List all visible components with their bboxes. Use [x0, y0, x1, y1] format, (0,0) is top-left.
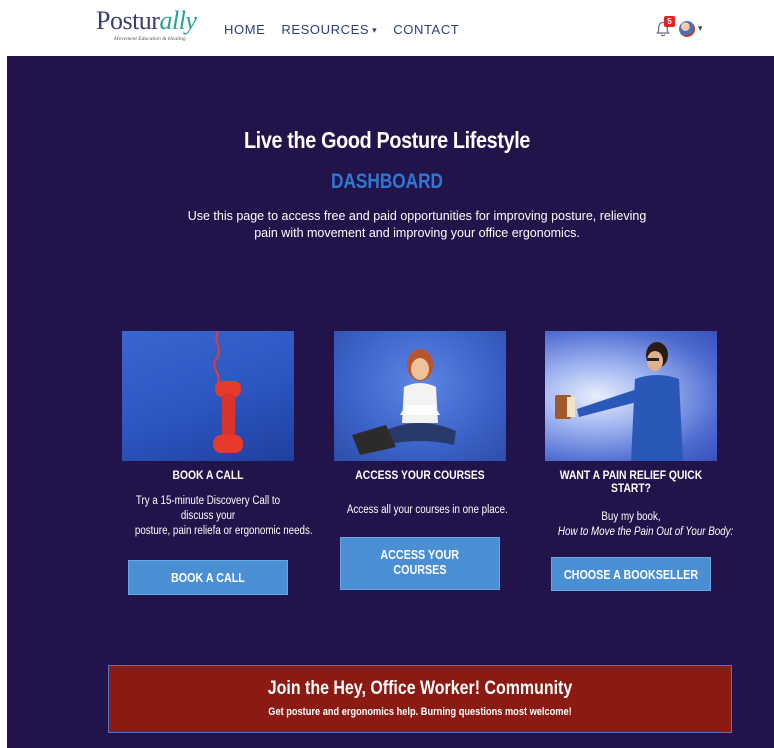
nav-home[interactable]: HOME [224, 22, 265, 37]
card-title: WANT A PAIN RELIEF QUICK START? [559, 468, 703, 495]
intro-text: Use this page to access free and paid op… [187, 209, 647, 240]
student-with-laptop-illustration [352, 349, 456, 455]
nav-contact[interactable]: CONTACT [393, 22, 459, 37]
book-call-button[interactable]: BOOK A CALL [128, 560, 288, 595]
community-subtitle: Get posture and ergonomics help. Burning… [268, 706, 572, 718]
red-phone-image [122, 331, 294, 461]
chevron-down-icon: ▾ [372, 25, 378, 35]
man-holding-book-image [545, 331, 717, 461]
community-banner[interactable]: Join the Hey, Office Worker! Community G… [108, 665, 732, 733]
posturally-logo[interactable]: Posturally Movement Education & Healing [96, 8, 204, 48]
card-access-courses: ACCESS YOUR COURSES Access all your cour… [334, 331, 508, 518]
top-navbar: Posturally Movement Education & Healing … [0, 0, 774, 56]
choose-bookseller-button[interactable]: CHOOSE A BOOKSELLER [551, 557, 711, 591]
page-subtitle: DASHBOARD [331, 170, 443, 193]
card-description: Try a 15-minute Discovery Call to discus… [134, 495, 313, 537]
main-nav: HOME RESOURCES ▾ CONTACT [224, 22, 459, 37]
card-book-call: BOOK A CALL Try a 15-minute Discovery Ca… [122, 331, 313, 539]
access-courses-button[interactable]: ACCESS YOUR COURSES [340, 537, 500, 590]
page-title: Live the Good Posture Lifestyle [243, 127, 531, 153]
community-title: Join the Hey, Office Worker! Community [267, 678, 573, 699]
card-description: Access all your courses in one place. [346, 504, 508, 516]
card-title: ACCESS YOUR COURSES [355, 468, 485, 482]
card-description: Buy my book, How to Move the Pain Out of… [557, 511, 734, 538]
nav-resources[interactable]: RESOURCES ▾ [281, 22, 377, 37]
chevron-down-icon[interactable]: ▾ [698, 23, 703, 34]
user-avatar[interactable] [679, 21, 695, 37]
card-title: BOOK A CALL [172, 468, 244, 482]
telephone-handset-icon [213, 331, 243, 453]
notification-badge: 5 [664, 16, 675, 27]
logo-tagline: Movement Education & Healing [114, 36, 186, 42]
student-laptop-image [334, 331, 506, 461]
logo-wordmark: Posturally [96, 6, 197, 35]
man-reading-book-illustration [555, 342, 683, 461]
card-pain-relief-book: WANT A PAIN RELIEF QUICK START? Buy my b… [545, 331, 734, 540]
